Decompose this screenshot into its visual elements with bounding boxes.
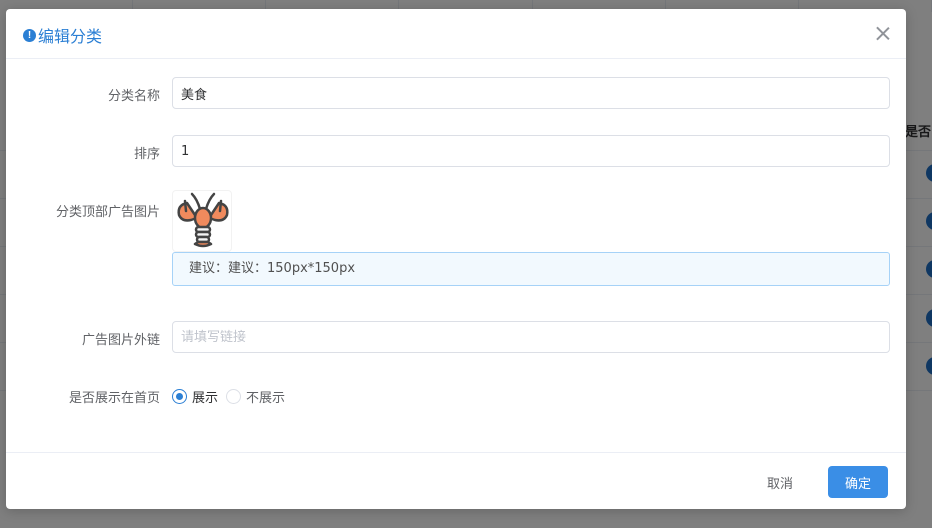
ad-image-upload[interactable] bbox=[172, 190, 232, 252]
sort-label: 排序 bbox=[133, 147, 160, 162]
dialog-title-text: 编辑分类 bbox=[38, 27, 103, 46]
sort-input[interactable] bbox=[172, 135, 890, 167]
radio-unchecked-icon[interactable] bbox=[226, 389, 242, 404]
cancel-button[interactable]: 取消 bbox=[750, 466, 810, 498]
ad-link-input[interactable] bbox=[172, 321, 890, 353]
dialog-header: ! 编辑分类 bbox=[6, 9, 906, 59]
close-icon[interactable] bbox=[876, 26, 890, 40]
dialog-footer: 取消 确定 bbox=[6, 452, 906, 509]
ad-image-label: 分类顶部广告图片 bbox=[55, 205, 160, 220]
dialog-title: ! 编辑分类 bbox=[23, 23, 102, 47]
radio-show[interactable]: 展示 bbox=[172, 387, 218, 406]
edit-category-dialog: ! 编辑分类 分类名称 排序 分类顶部广告图片 建议： bbox=[6, 9, 906, 509]
confirm-button[interactable]: 确定 bbox=[828, 466, 888, 498]
category-name-input[interactable] bbox=[172, 77, 890, 109]
show-on-home-label: 是否展示在首页 bbox=[68, 391, 160, 406]
info-icon: ! bbox=[23, 28, 36, 42]
lobster-icon bbox=[177, 192, 229, 248]
radio-hide-label: 不展示 bbox=[246, 391, 286, 406]
radio-checked-icon[interactable] bbox=[172, 389, 187, 404]
show-on-home-radio-group: 展示 不展示 bbox=[172, 387, 293, 406]
image-size-tip: 建议：建议：150px*150px bbox=[172, 252, 890, 286]
radio-show-label: 展示 bbox=[192, 391, 219, 406]
category-name-label: 分类名称 bbox=[107, 89, 160, 104]
ad-link-label: 广告图片外链 bbox=[81, 333, 160, 348]
radio-hide[interactable]: 不展示 bbox=[226, 387, 285, 406]
